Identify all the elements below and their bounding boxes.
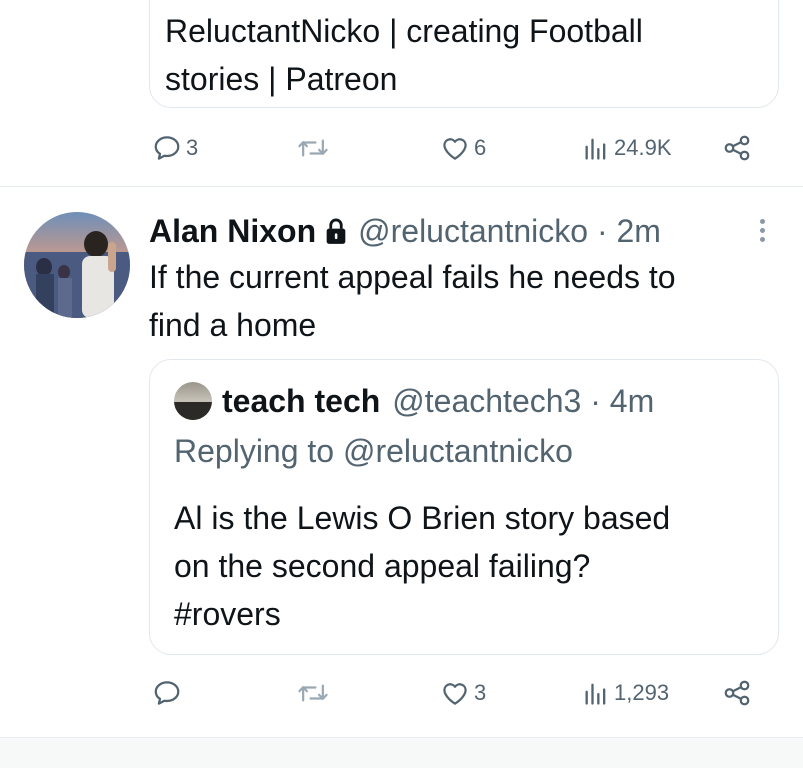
like-button[interactable]: 6	[440, 128, 486, 168]
quoted-tweet-header: teach tech @teachtech3 · 4m	[174, 378, 654, 424]
share-button[interactable]	[722, 128, 752, 168]
author-name[interactable]: Alan Nixon	[149, 213, 316, 250]
like-count: 6	[474, 135, 487, 160]
views-count: 24.9K	[614, 135, 672, 160]
reply-icon	[154, 681, 180, 705]
tweet-header: Alan Nixon @reluctantnicko · 2m	[149, 208, 661, 254]
tweet-text-line: find a home	[149, 307, 317, 343]
quoted-author-handle-time: @teachtech3 · 4m	[392, 382, 655, 419]
quoted-card-line: stories | Patreon	[165, 61, 398, 97]
quoted-tweet-text: Al is the Lewis O Brien story based on t…	[174, 494, 670, 638]
replying-to: Replying to @reluctantnicko	[174, 433, 573, 469]
tweet-actions: 3 1,293	[0, 673, 803, 713]
like-icon	[443, 683, 467, 705]
more-icon[interactable]	[752, 212, 772, 248]
tweet-text: If the current appeal fails he needs to …	[149, 253, 769, 349]
retweet-button[interactable]	[297, 673, 329, 713]
author-handle-time[interactable]: @reluctantnicko · 2m	[358, 213, 661, 250]
quoted-avatar	[174, 382, 212, 420]
like-count: 3	[474, 680, 487, 705]
share-icon	[724, 680, 750, 706]
quoted-card-line: ReluctantNicko | creating Football	[165, 13, 643, 49]
tweet-divider	[0, 186, 803, 187]
timeline: ReluctantNicko | creating Football stori…	[0, 0, 803, 768]
quoted-card-top[interactable]: ReluctantNicko | creating Football stori…	[149, 0, 779, 108]
like-icon	[443, 138, 467, 160]
views-button[interactable]: 1,293	[582, 673, 669, 713]
reply-icon	[154, 136, 180, 160]
reply-count: 3	[186, 135, 199, 160]
avatar-image	[24, 212, 130, 318]
views-icon	[585, 138, 606, 160]
share-icon	[724, 135, 750, 161]
timeline-separator	[0, 737, 803, 768]
retweet-icon	[298, 139, 328, 157]
quoted-tweet[interactable]: teach tech @teachtech3 · 4m Replying to …	[149, 359, 779, 655]
avatar[interactable]	[24, 212, 130, 318]
views-button[interactable]: 24.9K	[582, 128, 672, 168]
lock-icon	[324, 217, 348, 245]
quoted-text-line: on the second appeal failing?	[174, 548, 591, 584]
quoted-text-line: Al is the Lewis O Brien story based	[174, 500, 671, 536]
views-count: 1,293	[614, 680, 670, 705]
quoted-text-line: #rovers	[174, 596, 281, 632]
reply-button[interactable]: 3	[152, 128, 198, 168]
tweet-text-line: If the current appeal fails he needs to	[149, 259, 676, 295]
like-button[interactable]: 3	[440, 673, 486, 713]
top-tweet-actions: 3 6 24.9K	[0, 128, 803, 168]
views-icon	[585, 683, 606, 705]
share-button[interactable]	[722, 673, 752, 713]
quoted-author-name: teach tech	[222, 382, 381, 419]
retweet-icon	[298, 684, 328, 702]
quoted-card-text: ReluctantNicko | creating Football stori…	[165, 7, 775, 103]
retweet-button[interactable]	[297, 128, 329, 168]
reply-button[interactable]	[152, 673, 186, 713]
